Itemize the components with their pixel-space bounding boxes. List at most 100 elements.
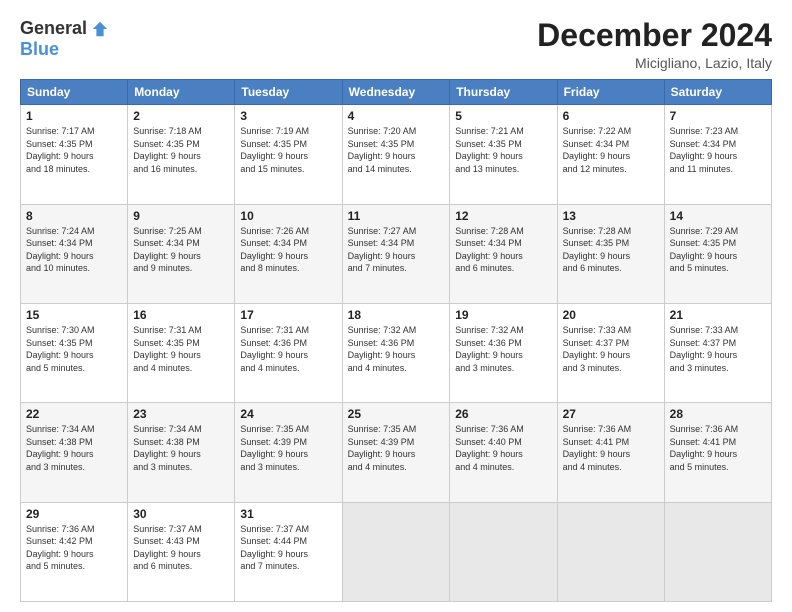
day-info: Sunrise: 7:32 AMSunset: 4:36 PMDaylight:…: [348, 324, 445, 374]
calendar-cell: 1 Sunrise: 7:17 AMSunset: 4:35 PMDaylight…: [21, 105, 128, 204]
day-number: 12: [455, 209, 551, 223]
day-number: 10: [240, 209, 336, 223]
day-number: 8: [26, 209, 122, 223]
day-info: Sunrise: 7:36 AMSunset: 4:40 PMDaylight:…: [455, 423, 551, 473]
day-info: Sunrise: 7:17 AMSunset: 4:35 PMDaylight:…: [26, 125, 122, 175]
day-info: Sunrise: 7:21 AMSunset: 4:35 PMDaylight:…: [455, 125, 551, 175]
day-info: Sunrise: 7:33 AMSunset: 4:37 PMDaylight:…: [563, 324, 659, 374]
day-number: 9: [133, 209, 229, 223]
day-info: Sunrise: 7:30 AMSunset: 4:35 PMDaylight:…: [26, 324, 122, 374]
day-info: Sunrise: 7:18 AMSunset: 4:35 PMDaylight:…: [133, 125, 229, 175]
calendar-cell: 29 Sunrise: 7:36 AMSunset: 4:42 PMDayligh…: [21, 502, 128, 601]
calendar-cell: [450, 502, 557, 601]
day-number: 31: [240, 507, 336, 521]
day-info: Sunrise: 7:31 AMSunset: 4:36 PMDaylight:…: [240, 324, 336, 374]
calendar-cell: 8 Sunrise: 7:24 AMSunset: 4:34 PMDaylight…: [21, 204, 128, 303]
title-area: December 2024 Micigliano, Lazio, Italy: [537, 18, 772, 71]
calendar-cell: 27Sunrise: 7:36 AMSunset: 4:41 PMDayligh…: [557, 403, 664, 502]
calendar-cell: 15 Sunrise: 7:30 AMSunset: 4:35 PMDayligh…: [21, 303, 128, 402]
day-info: Sunrise: 7:26 AMSunset: 4:34 PMDaylight:…: [240, 225, 336, 275]
day-info: Sunrise: 7:29 AMSunset: 4:35 PMDaylight:…: [670, 225, 766, 275]
day-info: Sunrise: 7:32 AMSunset: 4:36 PMDaylight:…: [455, 324, 551, 374]
day-number: 2: [133, 109, 229, 123]
calendar-cell: 18 Sunrise: 7:32 AMSunset: 4:36 PMDayligh…: [342, 303, 450, 402]
day-number: 16: [133, 308, 229, 322]
calendar-week-3: 15 Sunrise: 7:30 AMSunset: 4:35 PMDayligh…: [21, 303, 772, 402]
calendar-cell: 4 Sunrise: 7:20 AMSunset: 4:35 PMDaylight…: [342, 105, 450, 204]
day-info: Sunrise: 7:34 AMSunset: 4:38 PMDaylight:…: [133, 423, 229, 473]
day-number: 15: [26, 308, 122, 322]
day-info: Sunrise: 7:20 AMSunset: 4:35 PMDaylight:…: [348, 125, 445, 175]
calendar-week-2: 8 Sunrise: 7:24 AMSunset: 4:34 PMDaylight…: [21, 204, 772, 303]
calendar-cell: [557, 502, 664, 601]
calendar-cell: [342, 502, 450, 601]
day-info: Sunrise: 7:27 AMSunset: 4:34 PMDaylight:…: [348, 225, 445, 275]
logo-blue: Blue: [20, 39, 59, 60]
calendar-cell: 5Sunrise: 7:21 AMSunset: 4:35 PMDaylight…: [450, 105, 557, 204]
calendar-cell: 12Sunrise: 7:28 AMSunset: 4:34 PMDayligh…: [450, 204, 557, 303]
day-number: 26: [455, 407, 551, 421]
calendar-cell: 26 Sunrise: 7:36 AMSunset: 4:40 PMDayligh…: [450, 403, 557, 502]
day-number: 6: [563, 109, 659, 123]
calendar-week-1: 1 Sunrise: 7:17 AMSunset: 4:35 PMDaylight…: [21, 105, 772, 204]
day-number: 28: [670, 407, 766, 421]
calendar-cell: 19 Sunrise: 7:32 AMSunset: 4:36 PMDayligh…: [450, 303, 557, 402]
calendar-cell: 3 Sunrise: 7:19 AMSunset: 4:35 PMDaylight…: [235, 105, 342, 204]
day-number: 17: [240, 308, 336, 322]
col-header-saturday: Saturday: [664, 80, 771, 105]
day-number: 29: [26, 507, 122, 521]
day-number: 20: [563, 308, 659, 322]
day-number: 3: [240, 109, 336, 123]
calendar-cell: 11 Sunrise: 7:27 AMSunset: 4:34 PMDayligh…: [342, 204, 450, 303]
day-number: 11: [348, 209, 445, 223]
calendar-cell: 31 Sunrise: 7:37 AMSunset: 4:44 PMDayligh…: [235, 502, 342, 601]
day-number: 27: [563, 407, 659, 421]
calendar-cell: 20 Sunrise: 7:33 AMSunset: 4:37 PMDayligh…: [557, 303, 664, 402]
logo-icon: [91, 20, 109, 38]
calendar-cell: 16 Sunrise: 7:31 AMSunset: 4:35 PMDayligh…: [128, 303, 235, 402]
day-info: Sunrise: 7:19 AMSunset: 4:35 PMDaylight:…: [240, 125, 336, 175]
day-number: 1: [26, 109, 122, 123]
header: General Blue December 2024 Micigliano, L…: [20, 18, 772, 71]
day-number: 14: [670, 209, 766, 223]
col-header-thursday: Thursday: [450, 80, 557, 105]
day-info: Sunrise: 7:31 AMSunset: 4:35 PMDaylight:…: [133, 324, 229, 374]
col-header-tuesday: Tuesday: [235, 80, 342, 105]
calendar-cell: 22 Sunrise: 7:34 AMSunset: 4:38 PMDayligh…: [21, 403, 128, 502]
day-info: Sunrise: 7:25 AMSunset: 4:34 PMDaylight:…: [133, 225, 229, 275]
page: General Blue December 2024 Micigliano, L…: [0, 0, 792, 612]
calendar-cell: 21 Sunrise: 7:33 AMSunset: 4:37 PMDayligh…: [664, 303, 771, 402]
day-info: Sunrise: 7:28 AMSunset: 4:35 PMDaylight:…: [563, 225, 659, 275]
calendar-week-4: 22 Sunrise: 7:34 AMSunset: 4:38 PMDayligh…: [21, 403, 772, 502]
day-number: 4: [348, 109, 445, 123]
calendar-cell: 24Sunrise: 7:35 AMSunset: 4:39 PMDayligh…: [235, 403, 342, 502]
day-info: Sunrise: 7:34 AMSunset: 4:38 PMDaylight:…: [26, 423, 122, 473]
calendar-cell: 2 Sunrise: 7:18 AMSunset: 4:35 PMDaylight…: [128, 105, 235, 204]
day-info: Sunrise: 7:33 AMSunset: 4:37 PMDaylight:…: [670, 324, 766, 374]
day-info: Sunrise: 7:37 AMSunset: 4:44 PMDaylight:…: [240, 523, 336, 573]
logo: General Blue: [20, 18, 109, 60]
day-number: 7: [670, 109, 766, 123]
calendar-cell: [664, 502, 771, 601]
col-header-friday: Friday: [557, 80, 664, 105]
location: Micigliano, Lazio, Italy: [537, 55, 772, 71]
calendar-cell: 6Sunrise: 7:22 AMSunset: 4:34 PMDaylight…: [557, 105, 664, 204]
day-info: Sunrise: 7:24 AMSunset: 4:34 PMDaylight:…: [26, 225, 122, 275]
day-number: 18: [348, 308, 445, 322]
day-info: Sunrise: 7:23 AMSunset: 4:34 PMDaylight:…: [670, 125, 766, 175]
calendar: Sunday Monday Tuesday Wednesday Thursday…: [20, 79, 772, 602]
day-number: 19: [455, 308, 551, 322]
col-header-sunday: Sunday: [21, 80, 128, 105]
day-number: 13: [563, 209, 659, 223]
calendar-header-row: Sunday Monday Tuesday Wednesday Thursday…: [21, 80, 772, 105]
day-info: Sunrise: 7:35 AMSunset: 4:39 PMDaylight:…: [348, 423, 445, 473]
col-header-wednesday: Wednesday: [342, 80, 450, 105]
day-number: 30: [133, 507, 229, 521]
day-info: Sunrise: 7:37 AMSunset: 4:43 PMDaylight:…: [133, 523, 229, 573]
day-info: Sunrise: 7:36 AMSunset: 4:41 PMDaylight:…: [670, 423, 766, 473]
day-number: 21: [670, 308, 766, 322]
month-title: December 2024: [537, 18, 772, 53]
calendar-cell: 13 Sunrise: 7:28 AMSunset: 4:35 PMDayligh…: [557, 204, 664, 303]
day-number: 22: [26, 407, 122, 421]
day-info: Sunrise: 7:36 AMSunset: 4:42 PMDaylight:…: [26, 523, 122, 573]
